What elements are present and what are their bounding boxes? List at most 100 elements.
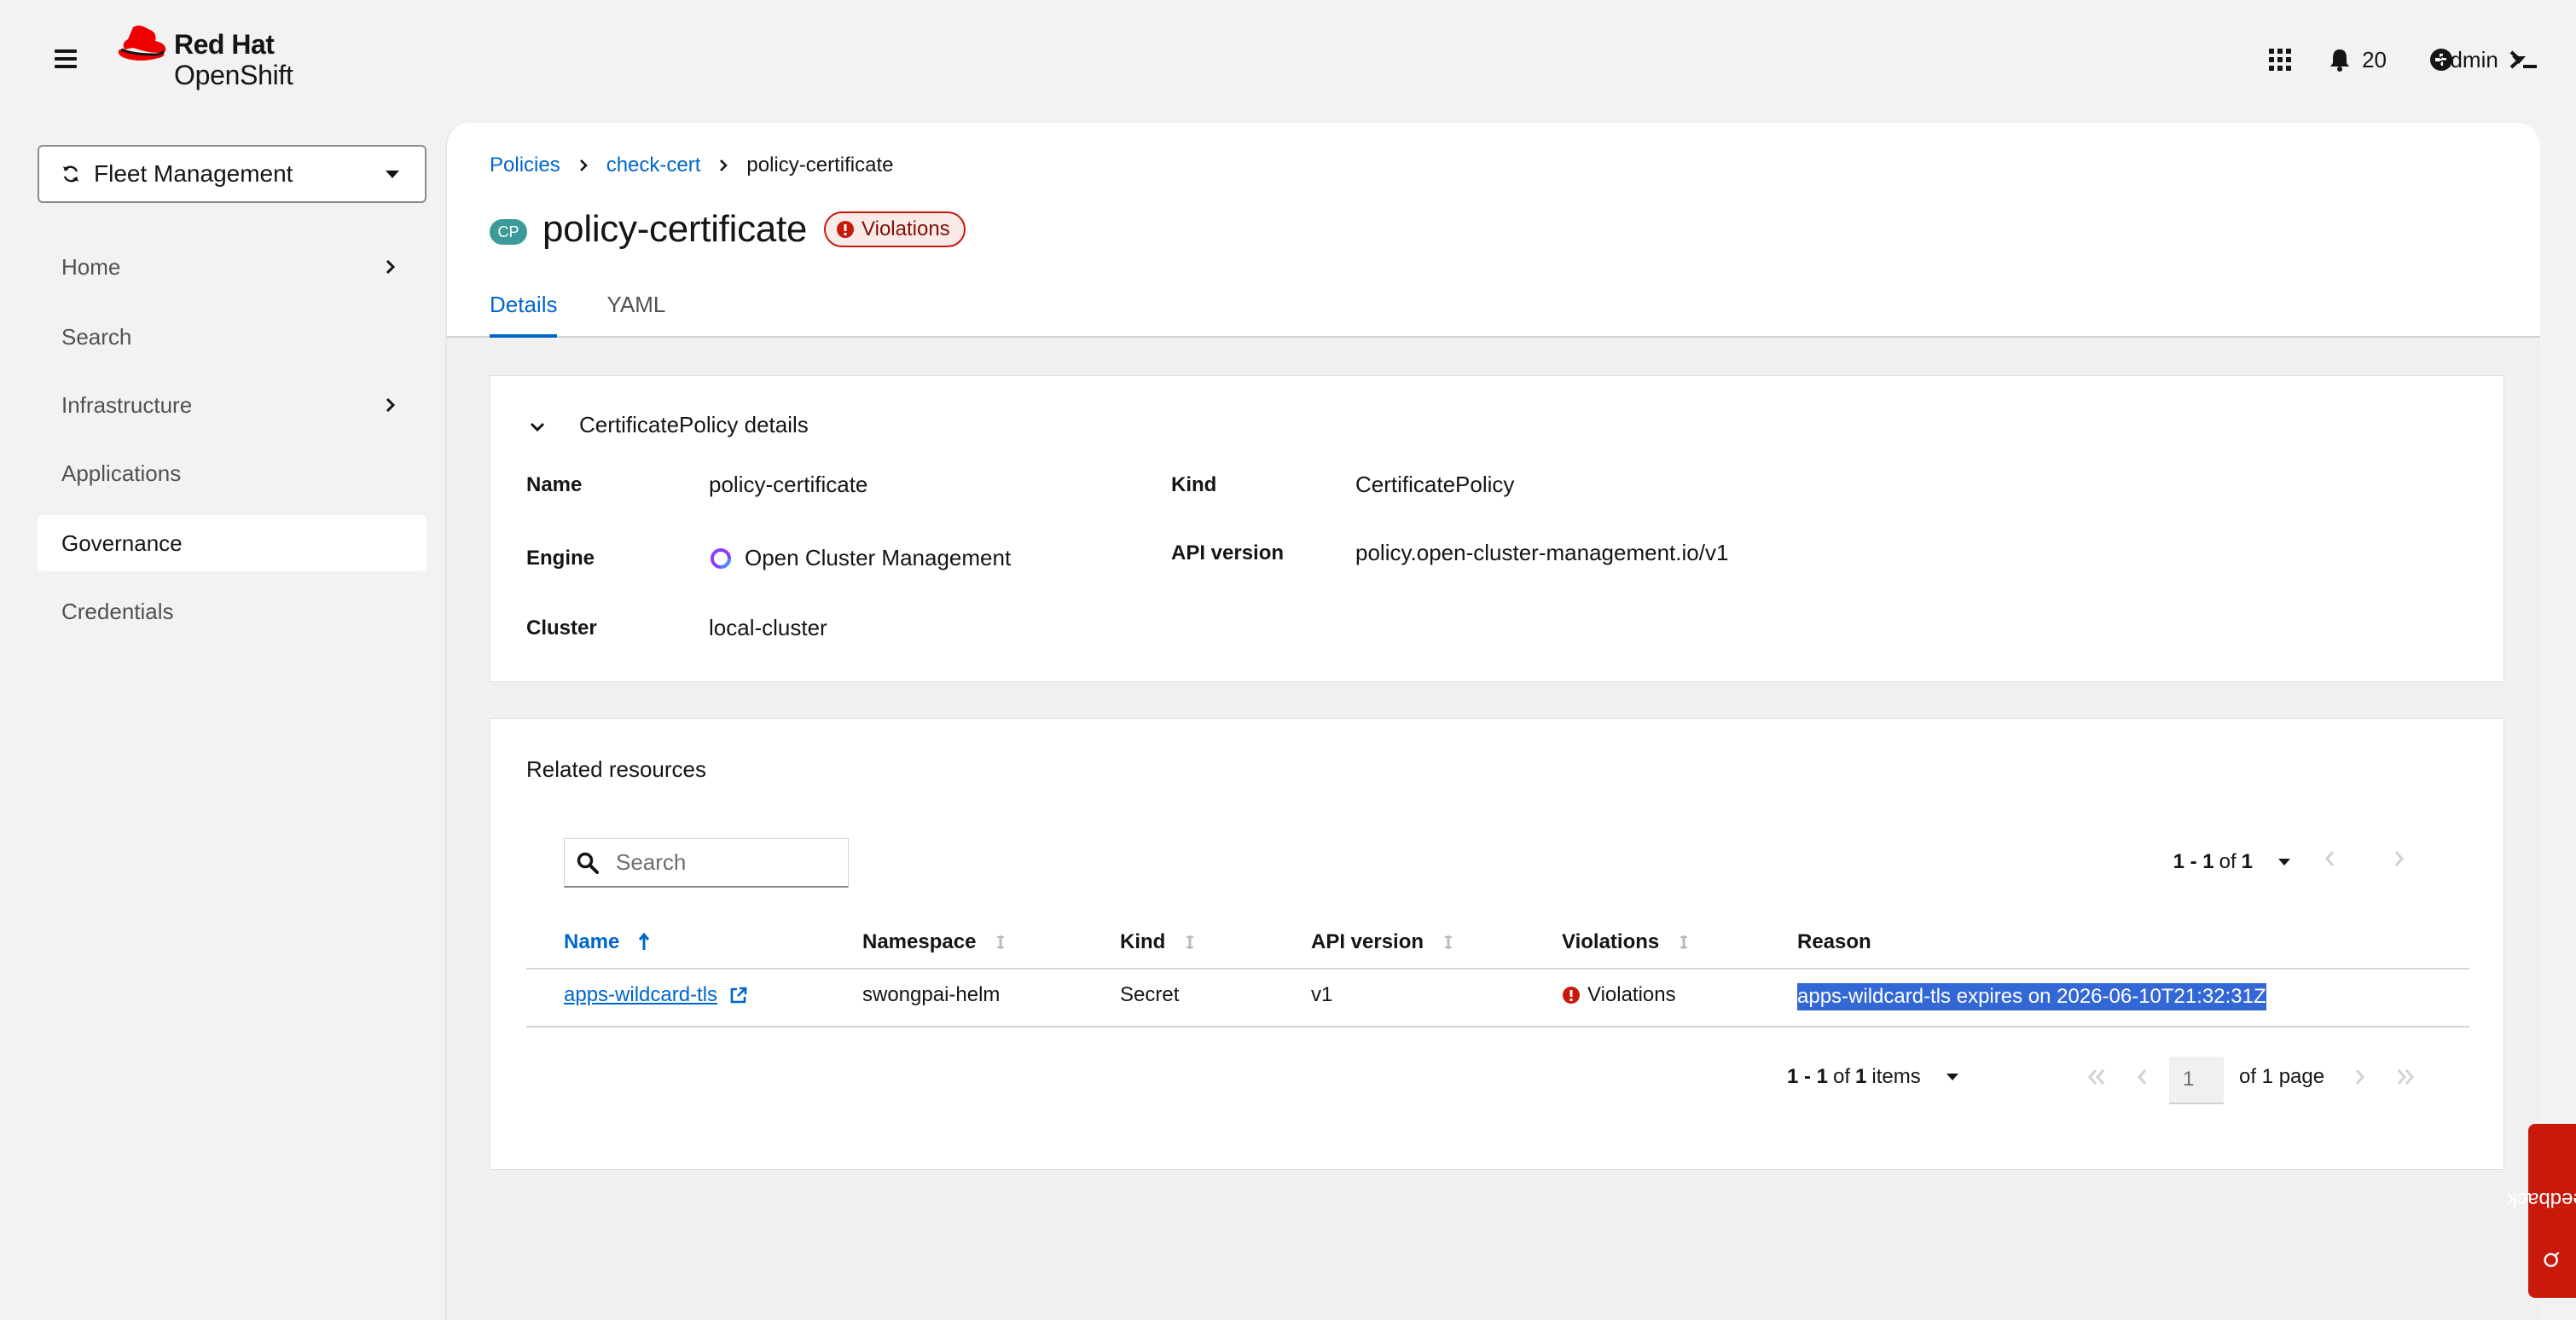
page-title: policy-certificate: [542, 208, 808, 250]
masthead: Red Hat OpenShift 20 admin: [0, 0, 2576, 119]
perspective-label: Fleet Management: [94, 160, 293, 187]
related-resources-card: Related resources 1 - 1 of 1 Name Namesp…: [490, 718, 2504, 1170]
row-name-cell: apps-wildcard-tls: [564, 983, 748, 1007]
bell-icon: [2330, 49, 2350, 72]
sidebar: Fleet Management Home Search Infrastruct…: [0, 119, 444, 1320]
pagination-items: items: [1871, 1065, 1921, 1088]
user-menu[interactable]: admin: [2438, 38, 2526, 82]
pagination-bottom-toggle[interactable]: 1 - 1 of 1 items: [1787, 1065, 1958, 1089]
pagination-of: of: [1833, 1065, 1851, 1088]
notifications-button[interactable]: 20: [2329, 38, 2387, 82]
status-badge: Violations: [824, 211, 966, 247]
previous-page-icon[interactable]: [2137, 1068, 2147, 1086]
engine-term: Engine: [526, 547, 595, 570]
nav-toggle-icon[interactable]: [55, 49, 77, 68]
last-page-icon[interactable]: [2396, 1068, 2415, 1086]
user-name: admin: [2438, 46, 2498, 72]
column-header-label: Namespace: [862, 930, 977, 953]
column-header-label: Reason: [1797, 930, 1871, 953]
pagination-toggle[interactable]: 1 - 1 of 1: [2173, 850, 2290, 874]
grid-icon: [2269, 49, 2291, 71]
page-number-input[interactable]: 1: [2169, 1057, 2224, 1104]
column-header-reason: Reason: [1797, 930, 1871, 954]
violations-status: Violations: [1587, 983, 1676, 1006]
chevron-right-icon: [386, 259, 396, 275]
tab-yaml[interactable]: YAML: [606, 290, 665, 338]
column-header-label: Kind: [1120, 930, 1166, 953]
row-kind-cell: Secret: [1120, 983, 1180, 1006]
chevron-down-icon[interactable]: [530, 422, 545, 432]
next-page-icon[interactable]: [2355, 1068, 2365, 1086]
row-reason-cell: apps-wildcard-tls expires on 2026-06-10T…: [1797, 983, 2266, 1010]
row-violations-cell: Violations: [1562, 983, 1676, 1007]
row-api-version-cell: v1: [1311, 983, 1333, 1006]
kind-term: Kind: [1171, 473, 1217, 496]
kind-value: CertificatePolicy: [1355, 472, 1515, 497]
breadcrumb-current: policy-certificate: [746, 153, 894, 177]
column-header-api-version[interactable]: API version: [1311, 930, 1454, 954]
table-header-divider: [526, 968, 2469, 970]
cluster-term: Cluster: [526, 617, 597, 640]
caret-down-icon: [2511, 55, 2526, 64]
sort-icon: [1186, 935, 1194, 949]
column-header-kind[interactable]: Kind: [1120, 930, 1196, 954]
row-namespace-cell: swongpai-helm: [862, 983, 1001, 1006]
brand-name: Red Hat: [174, 29, 275, 60]
breadcrumb-policies[interactable]: Policies: [490, 153, 560, 177]
redhat-hat-icon: [118, 26, 166, 61]
column-header-violations[interactable]: Violations: [1562, 930, 1690, 954]
sort-ascending-icon: [639, 933, 650, 950]
title-row: CP policy-certificate Violations: [490, 208, 966, 251]
table-row-divider: [526, 1026, 2469, 1028]
app-launcher-button[interactable]: [2269, 38, 2295, 82]
tabs: Details YAML: [490, 290, 715, 338]
related-resources-title: Related resources: [526, 756, 706, 782]
first-page-icon[interactable]: [2087, 1068, 2106, 1086]
feedback-button[interactable]: Feedback: [2507, 1124, 2576, 1298]
main-content: Policies check-cert policy-certificate C…: [445, 123, 2540, 1320]
previous-page-icon[interactable]: [2324, 850, 2335, 867]
sidebar-item-label: Home: [61, 253, 121, 280]
chevron-right-icon: [720, 159, 728, 171]
search-input-wrapper: [564, 838, 849, 888]
search-input[interactable]: [616, 849, 838, 876]
sidebar-item-home[interactable]: Home: [38, 239, 426, 295]
api-version-term: API version: [1171, 541, 1285, 564]
sidebar-item-applications[interactable]: Applications: [38, 445, 426, 501]
pagination-of: of: [2219, 850, 2237, 873]
caret-down-icon: [2278, 859, 2290, 866]
resource-link[interactable]: apps-wildcard-tls: [564, 983, 717, 1007]
column-header-label: API version: [1311, 930, 1424, 953]
chevron-right-icon: [579, 159, 588, 171]
sort-icon: [1680, 935, 1688, 949]
sidebar-item-governance[interactable]: Governance: [38, 515, 426, 571]
sidebar-item-label: Infrastructure: [61, 391, 193, 418]
caret-down-icon: [1946, 1074, 1958, 1080]
sidebar-item-label: Governance: [61, 530, 183, 556]
sidebar-item-credentials[interactable]: Credentials: [38, 583, 426, 640]
feedback-icon: [2544, 1251, 2560, 1267]
product-name: OpenShift: [174, 60, 293, 90]
api-version-value: policy.open-cluster-management.io/v1: [1355, 540, 1729, 565]
total-pages: of 1 page: [2239, 1065, 2325, 1088]
column-header-name[interactable]: Name: [564, 930, 650, 954]
name-term: Name: [526, 473, 583, 496]
sort-icon: [1445, 935, 1453, 949]
tab-details[interactable]: Details: [490, 290, 558, 338]
next-page-icon[interactable]: [2394, 850, 2405, 867]
brand-logo[interactable]: Red Hat OpenShift: [116, 24, 321, 92]
chevron-right-icon: [386, 397, 396, 413]
breadcrumb: Policies check-cert policy-certificate: [490, 153, 893, 177]
cluster-value: local-cluster: [709, 615, 827, 640]
resource-kind-badge: CP: [490, 219, 527, 245]
perspective-switcher[interactable]: Fleet Management: [38, 145, 426, 203]
pagination-total: 1: [1855, 1065, 1867, 1088]
sidebar-item-infrastructure[interactable]: Infrastructure: [38, 377, 426, 433]
sidebar-item-search[interactable]: Search: [38, 309, 426, 365]
breadcrumb-check-cert[interactable]: check-cert: [606, 153, 701, 177]
external-link-icon[interactable]: [729, 986, 748, 1004]
pagination-total: 1: [2241, 850, 2253, 873]
sidebar-item-label: Applications: [61, 460, 182, 486]
column-header-namespace[interactable]: Namespace: [862, 930, 1007, 954]
sort-icon: [997, 935, 1005, 949]
